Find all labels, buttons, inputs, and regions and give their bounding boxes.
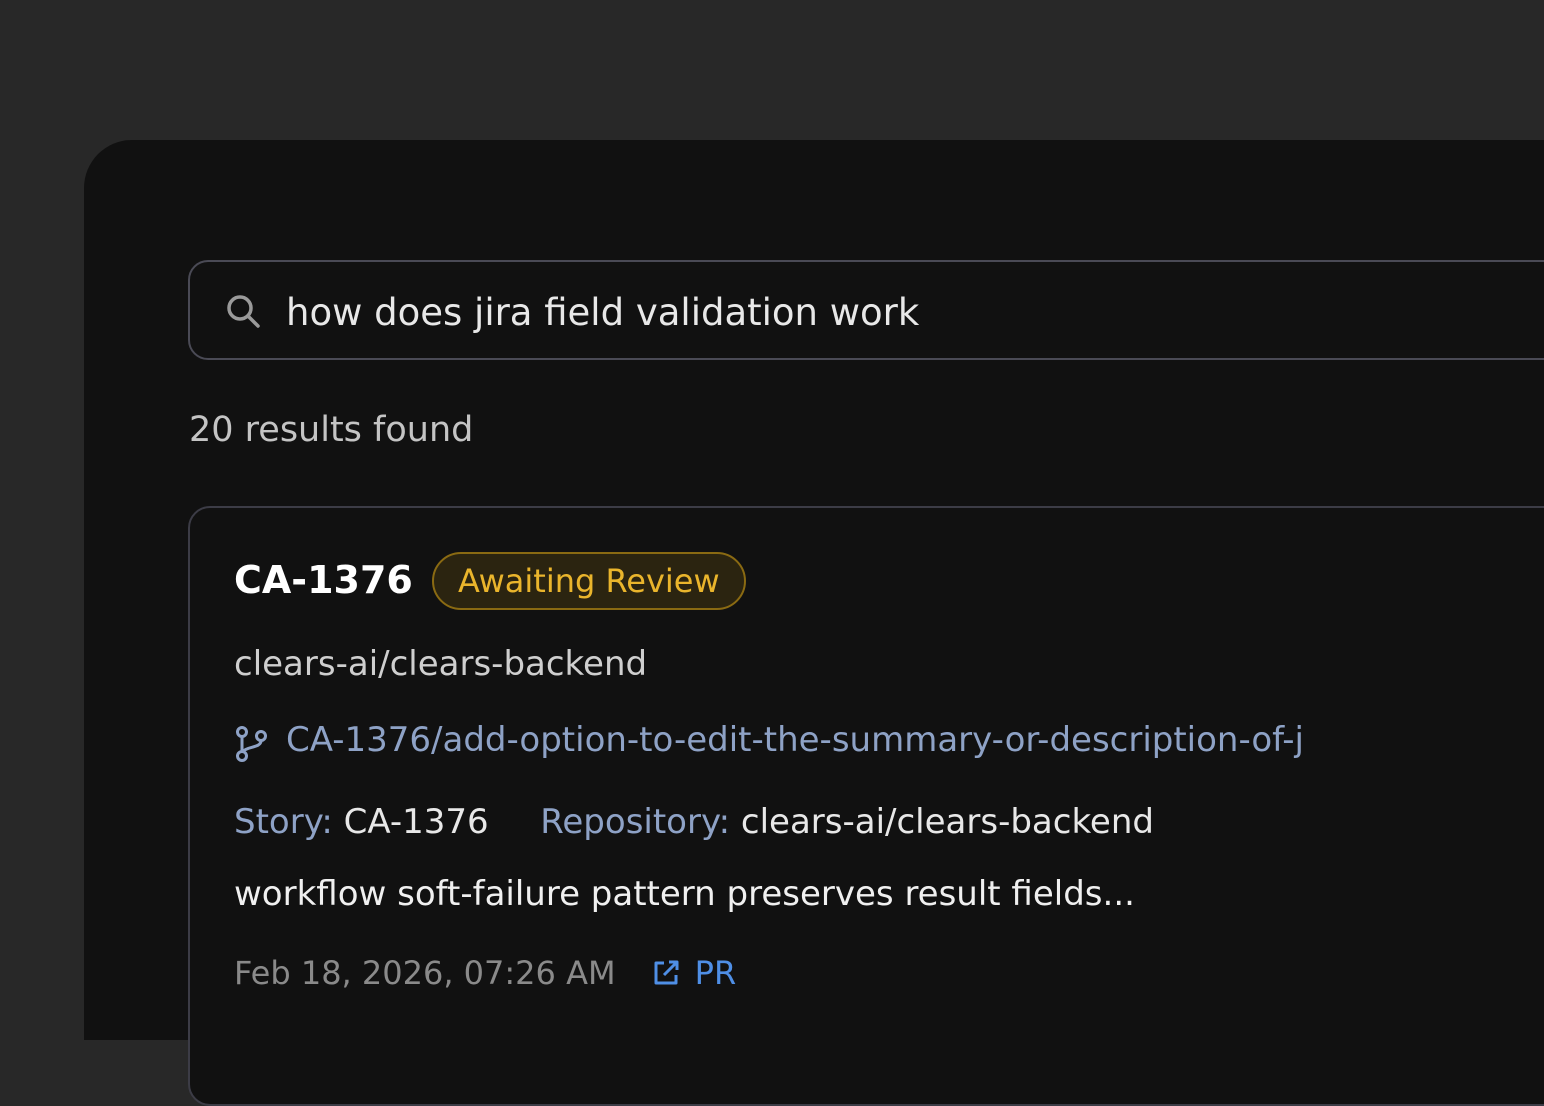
card-footer: Feb 18, 2026, 07:26 AM PR (234, 954, 736, 992)
meta-row: Story: CA-1376 Repository: clears-ai/cle… (234, 802, 1154, 842)
timestamp: Feb 18, 2026, 07:26 AM (234, 954, 616, 992)
story-value: CA-1376 (343, 802, 489, 842)
status-badge: Awaiting Review (432, 552, 746, 610)
story-label: Story: (234, 802, 333, 842)
repository-value: clears-ai/clears-backend (740, 802, 1154, 842)
repo-name: clears-ai/clears-backend (234, 644, 648, 684)
story-id[interactable]: CA-1376 (234, 558, 413, 602)
result-card[interactable]: CA-1376 Awaiting Review clears-ai/clears… (188, 506, 1544, 1106)
search-input[interactable] (286, 284, 1486, 340)
repository-label: Repository: (540, 802, 731, 842)
pr-link[interactable]: PR (651, 954, 737, 992)
search-panel: 20 results found CA-1376 Awaiting Review… (84, 140, 1544, 1106)
search-box[interactable] (188, 260, 1544, 360)
search-icon (227, 295, 260, 328)
branch-name[interactable]: CA-1376/add-option-to-edit-the-summary-o… (286, 720, 1304, 760)
result-snippet: workflow soft-failure pattern preserves … (234, 874, 1135, 914)
git-branch-icon (236, 726, 267, 762)
results-count: 20 results found (189, 410, 474, 450)
external-link-icon (654, 960, 679, 985)
pr-label: PR (694, 954, 737, 992)
